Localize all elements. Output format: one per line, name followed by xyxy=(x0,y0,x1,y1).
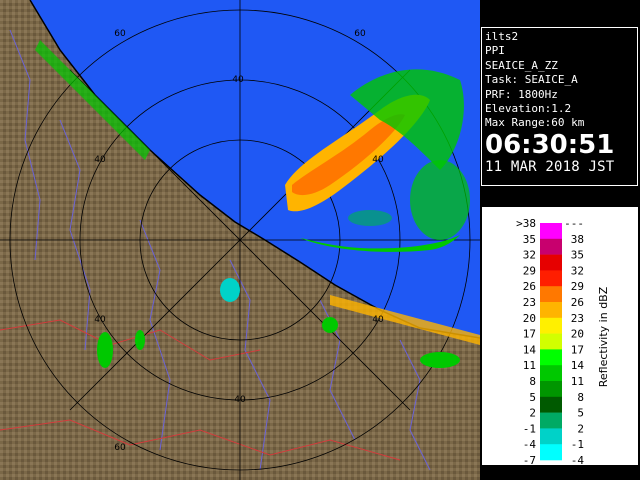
colorbar-lower-label: 11 xyxy=(523,359,536,372)
colorbar-upper-label: 20 xyxy=(571,328,584,341)
colorbar-swatch xyxy=(540,286,562,303)
colorbar-upper-label: -4 xyxy=(571,454,585,465)
radar-display: 60 60 40 40 40 40 40 40 60 ilts2 PPI SEA… xyxy=(0,0,640,480)
colorbar-upper-label: 14 xyxy=(571,359,585,372)
colorbar-swatch xyxy=(540,396,562,413)
colorbar-upper-labels: --- 38 35 32 29 26 23 20 17 14 11 8 5 2 -1 -4 xyxy=(564,217,584,465)
colorbar-svg: >38 35 32 29 26 23 20 17 14 11 8 5 2 -1 -4 -7 --- 38 35 32… xyxy=(516,217,610,465)
echo-cell-land-4 xyxy=(322,317,338,333)
ring-label: 60 xyxy=(114,29,126,39)
task-name: Task: SEAICE_A xyxy=(485,73,578,87)
ring-label: 40 xyxy=(232,75,244,85)
colorbar-swatch xyxy=(540,317,562,334)
colorbar-upper-label: 17 xyxy=(571,343,584,356)
colorbar-upper-label: 8 xyxy=(577,391,584,404)
ring-label: 40 xyxy=(372,155,384,165)
echo-cell-land-2 xyxy=(135,330,145,350)
ring-label: 60 xyxy=(114,443,126,453)
echo-cell-east xyxy=(410,160,470,240)
colorbar-title: Reflectivity in dBZ xyxy=(597,286,610,387)
max-range-value: Max Range:60 km xyxy=(485,116,585,130)
echo-cell-land-1 xyxy=(97,332,113,368)
colorbar-lower-label: -1 xyxy=(523,422,536,435)
colorbar-lower-label: 26 xyxy=(523,280,536,293)
observation-time: 06:30:51 xyxy=(485,129,615,160)
colorbar-upper-label: 23 xyxy=(571,312,584,325)
colorbar-lower-label: 35 xyxy=(523,233,536,246)
ring-label: 40 xyxy=(372,315,384,325)
colorbar-lower-label: -7 xyxy=(523,454,536,465)
info-panel: ilts2 PPI SEAICE_A_ZZ Task: SEAICE_A PRF… xyxy=(481,27,638,186)
colorbar-swatch xyxy=(540,381,562,398)
colorbar-swatch xyxy=(540,302,562,319)
ring-label: 40 xyxy=(94,155,106,165)
variable-name: SEAICE_A_ZZ xyxy=(485,58,558,72)
colorbar-swatch xyxy=(540,270,562,287)
colorbar-lower-label: 5 xyxy=(529,391,536,404)
prf-value: PRF: 1800Hz xyxy=(485,87,558,101)
echo-cell-land-5 xyxy=(420,352,460,368)
colorbar-swatch xyxy=(540,333,562,350)
colorbar-lower-label: 32 xyxy=(523,249,536,262)
radar-ppi-map: 60 60 40 40 40 40 40 40 60 xyxy=(0,0,480,480)
site-name: ilts2 xyxy=(485,30,519,43)
ring-label: 40 xyxy=(234,395,246,405)
colorbar-upper-label: --- xyxy=(564,217,584,230)
colorbar-lower-label: 8 xyxy=(529,375,536,388)
colorbar-lower-labels: >38 35 32 29 26 23 20 17 14 11 8 5 2 -1 -4 -7 xyxy=(516,217,536,465)
colorbar-swatch xyxy=(540,349,562,366)
colorbar-lower-label: -4 xyxy=(523,438,537,451)
colorbar-upper-label: 26 xyxy=(571,296,584,309)
colorbar-swatches xyxy=(540,223,562,461)
elevation-value: Elevation:1.2 xyxy=(485,102,572,116)
colorbar-upper-label: -1 xyxy=(571,438,584,451)
product-type: PPI xyxy=(485,44,505,58)
colorbar-swatch xyxy=(540,223,562,240)
colorbar-upper-label: 38 xyxy=(571,233,584,246)
colorbar-upper-label: 29 xyxy=(571,280,584,293)
colorbar-upper-label: 32 xyxy=(571,264,584,277)
colorbar-swatch xyxy=(540,365,562,382)
colorbar-legend: >38 35 32 29 26 23 20 17 14 11 8 5 2 -1 -4 -7 --- 38 35 32… xyxy=(482,207,638,465)
colorbar-upper-label: 2 xyxy=(577,422,584,435)
colorbar-lower-label: 17 xyxy=(523,328,536,341)
colorbar-upper-label: 35 xyxy=(571,249,584,262)
colorbar-lower-label: 2 xyxy=(529,407,536,420)
ring-label: 40 xyxy=(94,315,106,325)
colorbar-lower-label: >38 xyxy=(516,217,536,230)
colorbar-swatch xyxy=(540,238,562,255)
ring-label: 60 xyxy=(354,29,366,39)
colorbar-swatch xyxy=(540,254,562,271)
echo-cell-land-3 xyxy=(220,278,240,302)
colorbar-swatch xyxy=(540,428,562,445)
colorbar-swatch xyxy=(540,444,562,461)
observation-date: 11 MAR 2018 JST xyxy=(485,158,615,175)
colorbar-lower-label: 14 xyxy=(523,343,537,356)
colorbar-lower-label: 20 xyxy=(523,312,536,325)
colorbar-lower-label: 23 xyxy=(523,296,536,309)
colorbar-upper-label: 5 xyxy=(577,407,584,420)
colorbar-upper-label: 11 xyxy=(571,375,584,388)
colorbar-lower-label: 29 xyxy=(523,264,536,277)
colorbar-swatch xyxy=(540,412,562,429)
echo-cell-light xyxy=(348,210,392,226)
